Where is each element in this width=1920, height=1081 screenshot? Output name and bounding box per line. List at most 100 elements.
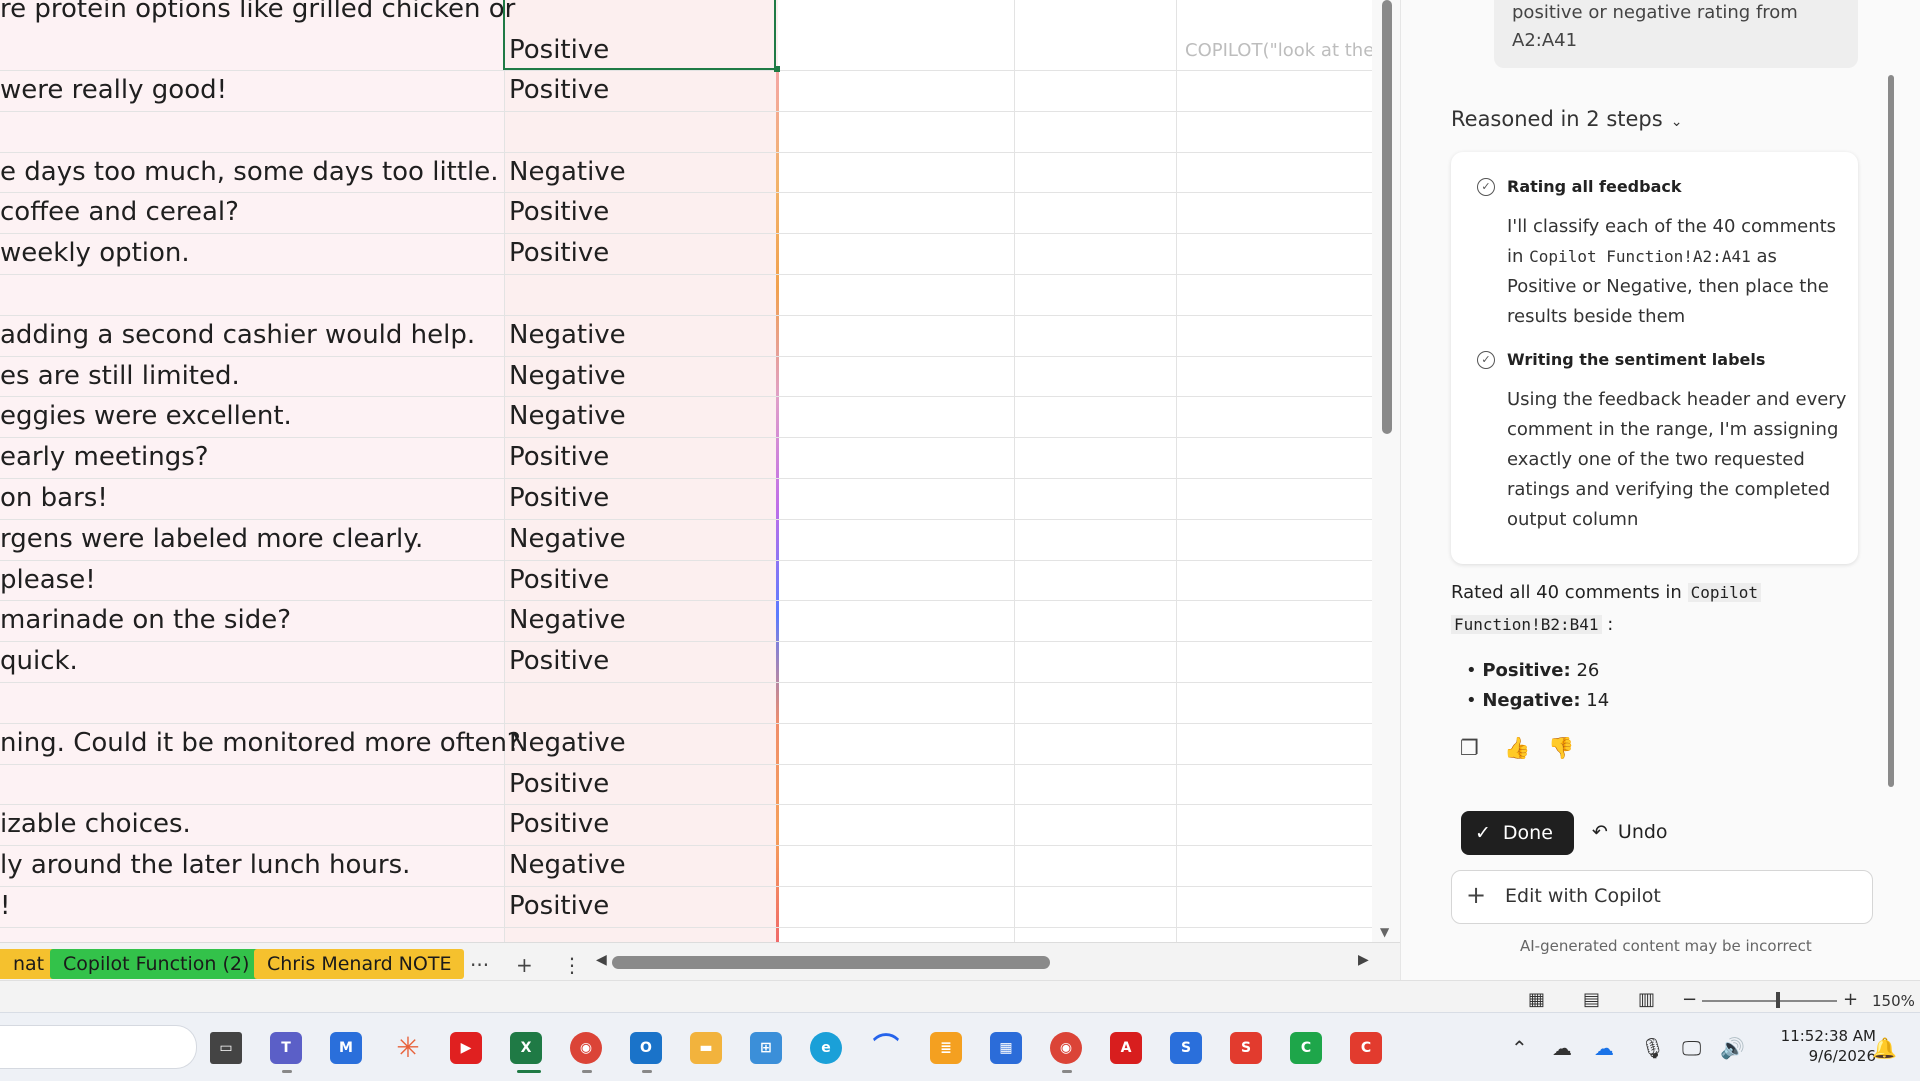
- sentiment-cell[interactable]: Positive: [509, 809, 609, 839]
- feedback-cell[interactable]: ly around the later lunch hours.: [0, 850, 410, 880]
- horizontal-scroll-thumb[interactable]: [612, 956, 1050, 969]
- clock-date: 9/6/2026: [1808, 1047, 1876, 1065]
- copy-icon[interactable]: ❐: [1460, 736, 1479, 760]
- feedback-cell[interactable]: early meetings?: [0, 442, 209, 472]
- sentiment-cell[interactable]: Positive: [509, 769, 609, 799]
- feedback-cell[interactable]: coffee and cereal?: [0, 197, 239, 227]
- scroll-down-arrow-icon[interactable]: ▼: [1380, 925, 1389, 939]
- feedback-cell[interactable]: izable choices.: [0, 809, 191, 839]
- feedback-cell[interactable]: e days too much, some days too little.: [0, 157, 499, 187]
- sentiment-cell[interactable]: Negative: [509, 605, 626, 635]
- snagit-red-icon[interactable]: S: [1230, 1032, 1262, 1064]
- selected-cell[interactable]: [503, 0, 776, 70]
- feedback-cell[interactable]: rgens were labeled more clearly.: [0, 524, 423, 554]
- sentiment-cell[interactable]: Positive: [509, 238, 609, 268]
- sentiment-cell[interactable]: Positive: [509, 442, 609, 472]
- zoom-out-button[interactable]: −: [1682, 989, 1697, 1010]
- taskbar-search-box[interactable]: [0, 1025, 197, 1069]
- feedback-cell[interactable]: adding a second cashier would help.: [0, 320, 475, 350]
- feedback-cell[interactable]: please!: [0, 565, 96, 595]
- tab-copilot-function-2[interactable]: Copilot Function (2): [50, 949, 263, 979]
- sentiment-cell[interactable]: Positive: [509, 197, 609, 227]
- zoom-slider[interactable]: [1702, 1000, 1837, 1002]
- sentiment-cell[interactable]: Positive: [509, 483, 609, 513]
- calendar-app-icon[interactable]: ▦: [990, 1032, 1022, 1064]
- edit-with-copilot-button[interactable]: + Edit with Copilot: [1451, 870, 1873, 924]
- file-explorer-icon[interactable]: ▬: [690, 1032, 722, 1064]
- sentiment-cell[interactable]: Positive: [509, 565, 609, 595]
- feedback-cell[interactable]: re protein options like grilled chicken …: [0, 0, 515, 24]
- sentiment-cell[interactable]: Negative: [509, 401, 626, 431]
- onedrive-icon[interactable]: ☁: [1594, 1036, 1614, 1060]
- excel-icon[interactable]: X: [510, 1032, 542, 1064]
- edge-icon[interactable]: e: [810, 1032, 842, 1064]
- cloud-icon[interactable]: ☁: [1552, 1036, 1572, 1060]
- normal-view-icon[interactable]: ▦: [1528, 989, 1545, 1010]
- youtube-icon[interactable]: ▶: [450, 1032, 482, 1064]
- chevron-up-icon[interactable]: ⌃: [1511, 1036, 1528, 1060]
- sentiment-cell[interactable]: Negative: [509, 320, 626, 350]
- zoom-slider-thumb[interactable]: [1776, 992, 1780, 1008]
- feedback-cell[interactable]: on bars!: [0, 483, 108, 513]
- network-app-icon[interactable]: ⊞: [750, 1032, 782, 1064]
- fill-handle[interactable]: [774, 66, 780, 72]
- feedback-cell[interactable]: were really good!: [0, 75, 227, 105]
- thumbs-up-icon[interactable]: 👍: [1504, 736, 1530, 761]
- claude-icon[interactable]: ✳: [392, 1032, 424, 1064]
- add-sheet-icon[interactable]: +: [516, 953, 533, 977]
- snagit-blue-icon[interactable]: S: [1170, 1032, 1202, 1064]
- feedback-cell[interactable]: ning. Could it be monitored more often?: [0, 728, 521, 758]
- user-prompt-bubble: positive or negative rating from A2:A41: [1494, 0, 1858, 68]
- volume-icon[interactable]: 🔊: [1720, 1036, 1745, 1060]
- microphone-icon[interactable]: 🎙: [1640, 1036, 1665, 1060]
- notification-bell-icon[interactable]: 🔔: [1872, 1036, 1897, 1060]
- scroll-right-arrow-icon[interactable]: ▶: [1358, 952, 1369, 968]
- feedback-cell[interactable]: weekly option.: [0, 238, 190, 268]
- thumbs-down-icon[interactable]: 👎: [1548, 736, 1574, 761]
- chrome-icon[interactable]: ◉: [570, 1032, 602, 1064]
- teams-icon[interactable]: T: [270, 1032, 302, 1064]
- tab-partial[interactable]: nat: [0, 949, 58, 979]
- acrobat-icon[interactable]: A: [1110, 1032, 1142, 1064]
- panel-scroll-thumb[interactable]: [1888, 75, 1894, 787]
- zoom-level[interactable]: 150%: [1872, 992, 1915, 1010]
- more-tabs-icon[interactable]: ···: [470, 953, 489, 977]
- sentiment-cell[interactable]: Negative: [509, 361, 626, 391]
- sentiment-cell[interactable]: Negative: [509, 728, 626, 758]
- spreadsheet-grid[interactable]: re protein options like grilled chicken …: [0, 0, 1372, 942]
- tab-chris-menard-note[interactable]: Chris Menard NOTE: [254, 949, 465, 979]
- camtasia-red-icon[interactable]: C: [1350, 1032, 1382, 1064]
- formula-preview-text: COPILOT("look at the: [1185, 40, 1372, 61]
- vertical-scroll-thumb[interactable]: [1382, 0, 1392, 434]
- notes-app-icon[interactable]: ≣: [930, 1032, 962, 1064]
- zoom-in-button[interactable]: +: [1843, 989, 1858, 1010]
- feedback-cell[interactable]: !: [0, 891, 10, 921]
- sentiment-cell[interactable]: Negative: [509, 524, 626, 554]
- camtasia-green-icon[interactable]: C: [1290, 1032, 1322, 1064]
- sentiment-cell[interactable]: Positive: [509, 75, 609, 105]
- taskbar-clock[interactable]: 11:52:38 AM 9/6/2026: [1764, 1026, 1876, 1066]
- taskbar-indicator: [582, 1070, 592, 1073]
- m365-icon[interactable]: M: [330, 1032, 362, 1064]
- sheet-options-icon[interactable]: ⋮: [562, 953, 582, 977]
- done-button[interactable]: ✓ Done: [1461, 811, 1574, 855]
- feedback-cell[interactable]: marinade on the side?: [0, 605, 291, 635]
- network-icon[interactable]: 🖵: [1682, 1036, 1701, 1060]
- sentiment-cell[interactable]: Negative: [509, 850, 626, 880]
- outlook-icon[interactable]: O: [630, 1032, 662, 1064]
- page-break-preview-icon[interactable]: ▥: [1638, 989, 1655, 1010]
- scroll-left-arrow-icon[interactable]: ◀: [596, 952, 607, 968]
- feedback-cell[interactable]: quick.: [0, 646, 78, 676]
- reasoned-toggle[interactable]: Reasoned in 2 steps ⌄: [1451, 107, 1682, 131]
- feedback-cell[interactable]: eggies were excellent.: [0, 401, 292, 431]
- sentiment-cell[interactable]: Negative: [509, 157, 626, 187]
- undo-button[interactable]: ↶ Undo: [1592, 821, 1668, 843]
- chrome-profile-icon[interactable]: ◉: [1050, 1032, 1082, 1064]
- arc-icon[interactable]: ⌒: [870, 1032, 902, 1064]
- page-layout-icon[interactable]: ▤: [1583, 989, 1600, 1010]
- feedback-cell[interactable]: es are still limited.: [0, 361, 240, 391]
- sentiment-cell[interactable]: Positive: [509, 891, 609, 921]
- task-view-icon[interactable]: ▭: [210, 1032, 242, 1064]
- sentiment-cell[interactable]: Positive: [509, 646, 609, 676]
- summary-text: Rated all 40 comments in: [1451, 582, 1682, 603]
